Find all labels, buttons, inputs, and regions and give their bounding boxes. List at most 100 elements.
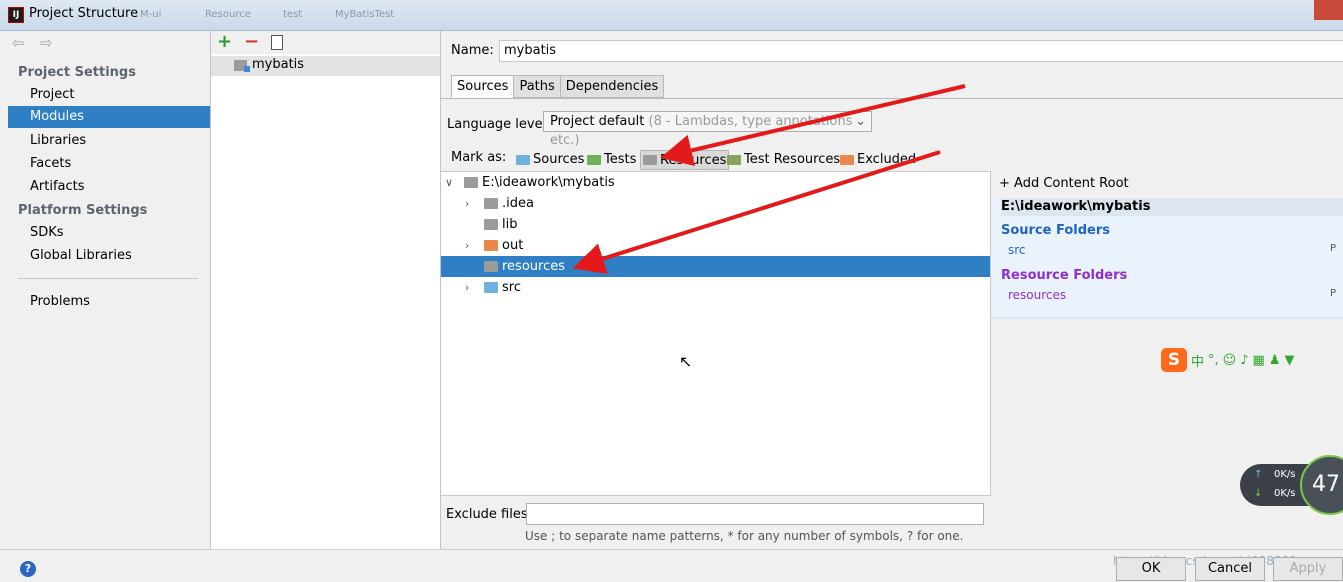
- nav-separator: [18, 278, 198, 279]
- ime-punctuation[interactable]: °,: [1208, 353, 1219, 368]
- emoji-icon[interactable]: ☺: [1223, 353, 1237, 368]
- nav-item-libraries[interactable]: Libraries: [30, 133, 86, 148]
- user-icon[interactable]: ♟: [1269, 353, 1281, 368]
- download-arrow-icon: ↓: [1254, 488, 1263, 499]
- mark-sources-button[interactable]: Sources: [516, 152, 584, 167]
- module-name-field[interactable]: mybatis: [499, 40, 1343, 62]
- tree-row-resources[interactable]: resources: [441, 256, 990, 277]
- ok-button[interactable]: OK: [1116, 557, 1186, 581]
- mark-test-resources-button[interactable]: Test Resources: [727, 152, 840, 167]
- folder-icon: [484, 219, 498, 230]
- test-folder-icon: [587, 154, 601, 165]
- upload-speed: 0K/s: [1274, 469, 1296, 480]
- platform-settings-header: Platform Settings: [18, 203, 148, 218]
- upload-arrow-icon: ↑: [1254, 469, 1263, 480]
- excluded-folder-icon: [840, 154, 854, 165]
- content-root-card: E:\ideawork\mybatis Source Folders src P…: [991, 198, 1343, 319]
- tree-label: src: [502, 280, 521, 295]
- source-folder-item[interactable]: src: [1008, 243, 1026, 257]
- tab-sources[interactable]: Sources: [451, 75, 515, 98]
- ghost-tab: M-ui: [140, 9, 162, 20]
- download-speed: 0K/s: [1274, 488, 1296, 499]
- tree-row-src[interactable]: › src: [441, 277, 990, 298]
- tree-row-lib[interactable]: lib: [441, 214, 990, 235]
- tree-row-root[interactable]: ∨ E:\ideawork\mybatis: [441, 172, 990, 193]
- resource-folder-icon: [643, 155, 657, 165]
- ime-toolbar: S 中 °, ☺ ♪ ▦ ♟ ▼: [1161, 348, 1294, 372]
- nav-item-global-libraries[interactable]: Global Libraries: [30, 248, 132, 263]
- sogou-logo[interactable]: S: [1161, 348, 1187, 372]
- source-folder-icon: [484, 282, 498, 293]
- mark-test-resources-label: Test Resources: [744, 152, 841, 167]
- chevron-right-icon[interactable]: ›: [465, 193, 469, 214]
- apply-button[interactable]: Apply: [1273, 557, 1343, 581]
- tree-label: lib: [502, 217, 518, 232]
- module-row-mybatis[interactable]: mybatis: [211, 56, 440, 76]
- add-module-button[interactable]: +: [217, 33, 232, 51]
- exclude-files-label: Exclude files:: [446, 507, 533, 522]
- shirt-icon[interactable]: ▼: [1284, 353, 1294, 368]
- ghost-tab: Resource: [205, 9, 251, 20]
- source-folder-icon: [516, 154, 530, 165]
- forward-arrow-icon[interactable]: ⇨: [40, 34, 53, 52]
- back-arrow-icon[interactable]: ⇦: [12, 34, 25, 52]
- cancel-button[interactable]: Cancel: [1195, 557, 1265, 581]
- tree-row-idea[interactable]: › .idea: [441, 193, 990, 214]
- project-settings-header: Project Settings: [18, 65, 136, 80]
- exclude-files-input[interactable]: [526, 503, 984, 525]
- mark-tests-button[interactable]: Tests: [587, 152, 636, 167]
- keyboard-icon[interactable]: ▦: [1253, 353, 1265, 368]
- tab-dependencies[interactable]: Dependencies: [559, 75, 665, 98]
- language-level-select[interactable]: Project default (8 - Lambdas, type annot…: [543, 111, 872, 148]
- content-root-path: E:\ideawork\mybatis: [1001, 198, 1343, 216]
- intellij-app-icon: IJ: [8, 7, 24, 23]
- nav-item-sdks[interactable]: SDKs: [30, 225, 64, 240]
- folder-properties-icon[interactable]: P: [1330, 243, 1336, 254]
- ghost-tab: MyBatisTest: [335, 9, 395, 20]
- chevron-down-icon: ⌄: [855, 114, 866, 129]
- folder-icon: [484, 198, 498, 209]
- mouse-cursor-icon: ↖: [679, 352, 693, 371]
- exclude-files-hint: Use ; to separate name patterns, * for a…: [525, 529, 964, 543]
- add-content-root-button[interactable]: + Add Content Root: [999, 176, 1129, 191]
- remove-module-button[interactable]: −: [244, 33, 259, 51]
- nav-item-problems[interactable]: Problems: [30, 294, 90, 309]
- mark-sources-label: Sources: [533, 152, 585, 167]
- source-folders-header: Source Folders: [1001, 223, 1111, 238]
- dialog-footer: ? https://blog.csdn.net/zl888888 OK Canc…: [0, 549, 1343, 582]
- modules-toolbar: + −: [211, 31, 440, 54]
- language-level-label: Language level:: [447, 117, 551, 132]
- chevron-right-icon[interactable]: ›: [465, 235, 469, 256]
- nav-item-facets[interactable]: Facets: [30, 156, 71, 171]
- window-close-button[interactable]: [1314, 0, 1343, 20]
- microphone-icon[interactable]: ♪: [1240, 353, 1248, 368]
- folder-icon: [464, 177, 478, 188]
- module-tabs: Sources Paths Dependencies: [451, 75, 665, 98]
- tab-paths[interactable]: Paths: [513, 75, 561, 98]
- copy-module-icon[interactable]: [271, 35, 283, 50]
- excluded-folder-icon: [484, 240, 498, 251]
- mark-excluded-button[interactable]: Excluded: [840, 152, 916, 167]
- ime-mode[interactable]: 中: [1191, 351, 1204, 370]
- tree-label: E:\ideawork\mybatis: [482, 175, 615, 190]
- mark-excluded-label: Excluded: [857, 152, 917, 167]
- modules-pane: + − mybatis: [211, 31, 441, 549]
- nav-item-project[interactable]: Project: [30, 87, 74, 102]
- test-resource-folder-icon: [727, 154, 741, 165]
- tab-divider: [441, 98, 1343, 99]
- settings-nav: ⇦ ⇨ Project Settings Project Modules Lib…: [0, 31, 211, 549]
- window-title: Project Structure: [29, 6, 139, 21]
- resource-folder-item[interactable]: resources: [1008, 288, 1066, 302]
- content-tree: ∨ E:\ideawork\mybatis › .idea lib › out …: [441, 171, 991, 496]
- tree-label: .idea: [502, 196, 534, 211]
- mark-resources-button[interactable]: Resources: [640, 150, 730, 170]
- ghost-tab: test: [283, 9, 303, 20]
- chevron-down-icon[interactable]: ∨: [445, 172, 453, 193]
- module-name: mybatis: [252, 57, 305, 72]
- tree-row-out[interactable]: › out: [441, 235, 990, 256]
- help-button[interactable]: ?: [20, 561, 36, 577]
- nav-item-artifacts[interactable]: Artifacts: [30, 179, 85, 194]
- folder-properties-icon[interactable]: P: [1330, 288, 1336, 299]
- nav-item-modules[interactable]: Modules: [8, 106, 210, 128]
- chevron-right-icon[interactable]: ›: [465, 277, 469, 298]
